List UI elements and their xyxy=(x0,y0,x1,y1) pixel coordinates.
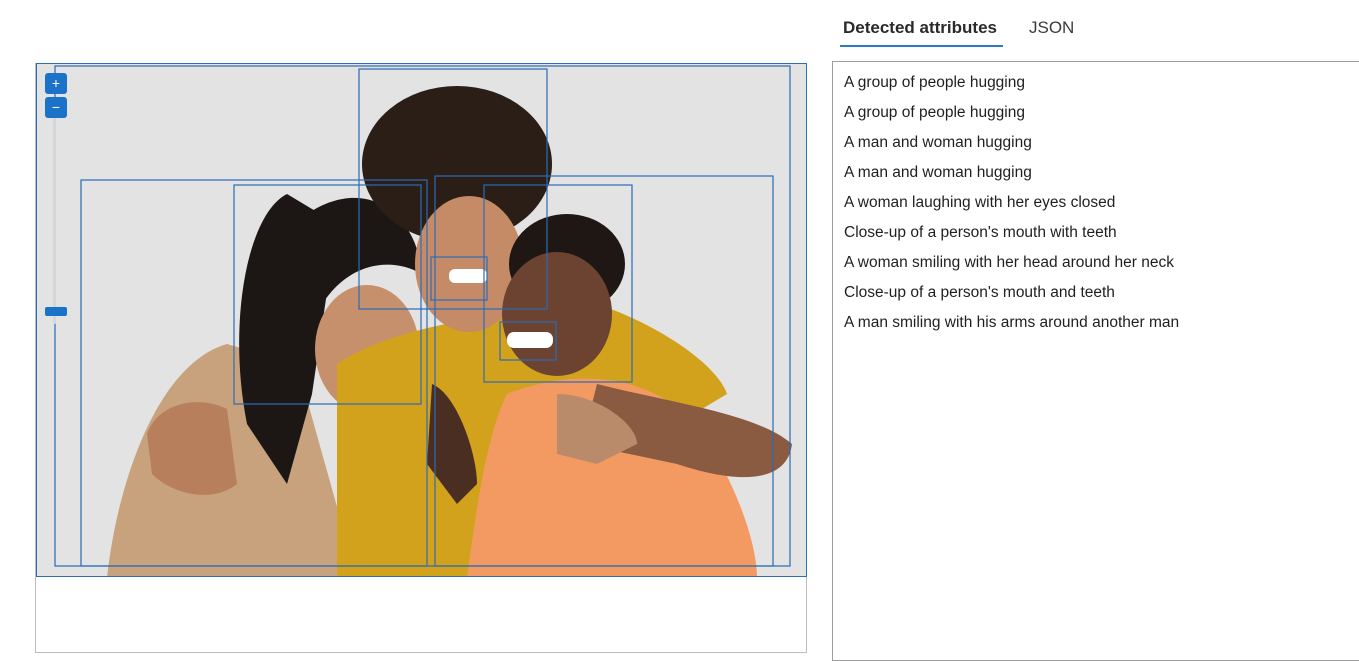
list-item[interactable]: Close-up of a person's mouth and teeth xyxy=(844,278,1359,308)
zoom-in-button[interactable]: + xyxy=(45,73,67,94)
list-item[interactable]: A woman smiling with her head around her… xyxy=(844,248,1359,278)
bounding-box[interactable] xyxy=(430,256,488,301)
zoom-slider-thumb[interactable] xyxy=(45,307,67,316)
detection-overlay xyxy=(54,65,791,567)
list-item[interactable]: A group of people hugging xyxy=(844,68,1359,98)
bounding-box[interactable] xyxy=(499,321,557,361)
minus-icon: − xyxy=(51,99,61,115)
tab-detected-attributes[interactable]: Detected attributes xyxy=(843,14,997,42)
tab-json[interactable]: JSON xyxy=(1029,14,1074,42)
zoom-out-button[interactable]: − xyxy=(45,97,67,118)
list-item[interactable]: Close-up of a person's mouth with teeth xyxy=(844,218,1359,248)
bounding-box[interactable] xyxy=(358,68,548,310)
list-item[interactable]: A woman laughing with her eyes closed xyxy=(844,188,1359,218)
list-item[interactable]: A group of people hugging xyxy=(844,98,1359,128)
plus-icon: + xyxy=(51,75,61,91)
list-item[interactable]: A man and woman hugging xyxy=(844,128,1359,158)
analyzed-photo xyxy=(36,63,807,577)
bounding-box[interactable] xyxy=(233,184,422,405)
attributes-panel: A group of people hugging A group of peo… xyxy=(832,61,1359,661)
bounding-box[interactable] xyxy=(483,184,633,383)
bounding-box[interactable] xyxy=(434,175,774,567)
zoom-slider-track[interactable] xyxy=(53,104,56,324)
list-item[interactable]: A man smiling with his arms around anoth… xyxy=(844,308,1359,338)
attributes-list: A group of people hugging A group of peo… xyxy=(833,62,1359,338)
bounding-box[interactable] xyxy=(54,65,791,567)
list-item[interactable]: A man and woman hugging xyxy=(844,158,1359,188)
bounding-box[interactable] xyxy=(80,179,428,567)
active-tab-indicator xyxy=(840,45,1003,47)
